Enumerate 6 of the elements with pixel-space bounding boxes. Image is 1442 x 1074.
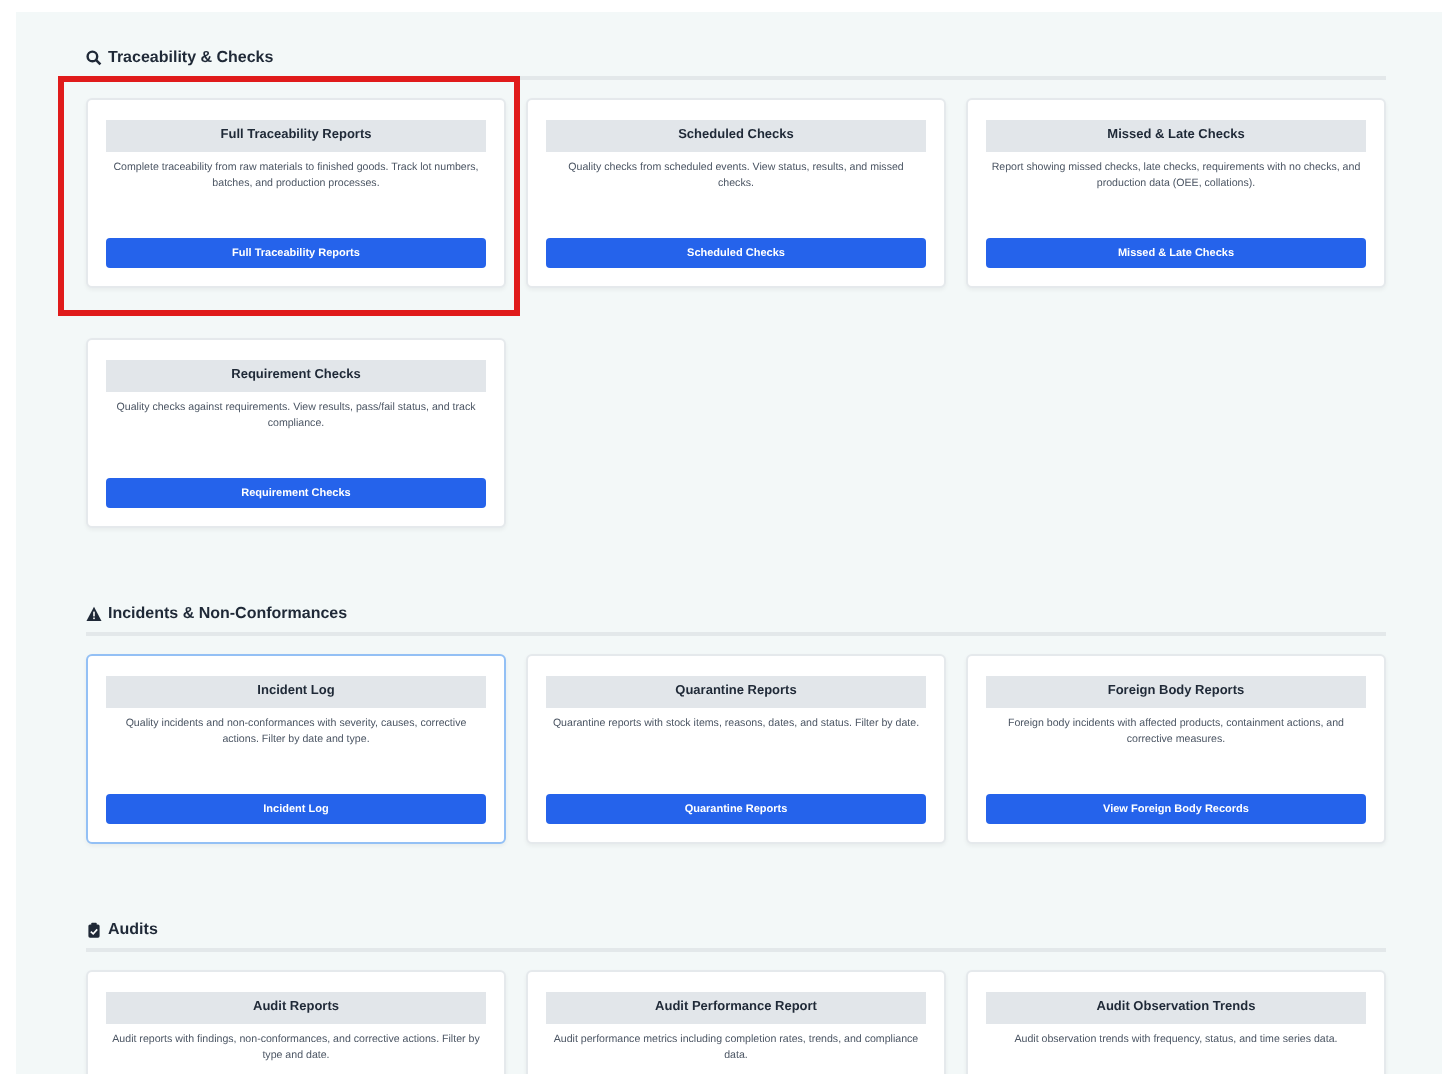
clipboard-icon bbox=[86, 921, 102, 937]
section-title: Traceability & Checks bbox=[108, 48, 274, 66]
section-title: Audits bbox=[108, 920, 158, 938]
warning-icon bbox=[86, 605, 102, 621]
section-title: Incidents & Non-Conformances bbox=[108, 604, 348, 622]
search-icon bbox=[86, 49, 102, 65]
